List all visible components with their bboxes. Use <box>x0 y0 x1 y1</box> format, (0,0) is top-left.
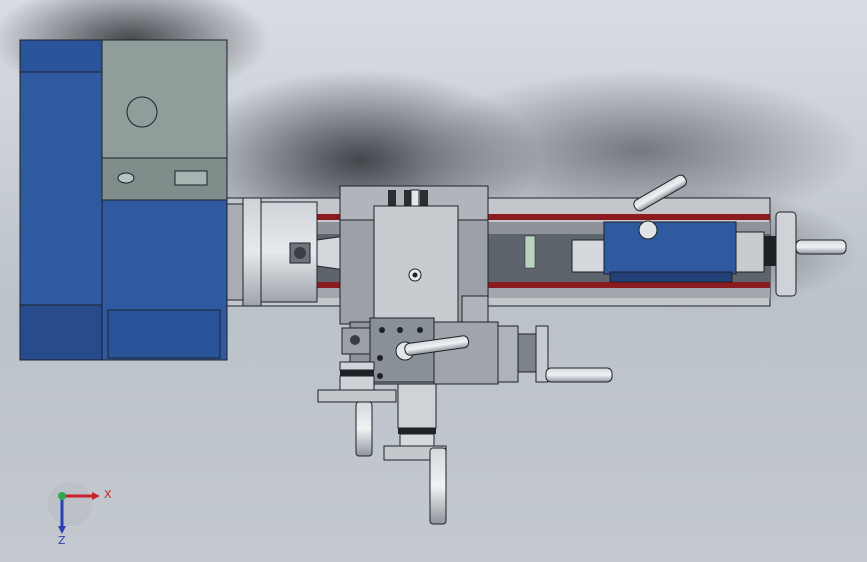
chuck-key-icon <box>294 247 306 259</box>
axis-z-label: Z <box>58 534 66 547</box>
label-plate <box>174 170 208 186</box>
cross-feed-handwheel[interactable] <box>383 383 447 525</box>
cad-viewport[interactable]: X Z <box>0 0 867 562</box>
axis-triad: X Z <box>48 482 112 547</box>
axis-x-label: X <box>104 488 112 501</box>
headstock[interactable] <box>19 39 228 361</box>
feed-handle-right[interactable] <box>497 325 613 383</box>
gauge-dial-icon <box>126 96 158 128</box>
y-axis-dot <box>58 492 66 500</box>
indicator-lamp-icon <box>117 172 135 184</box>
tailstock-lock-icon[interactable] <box>638 220 658 240</box>
carriage[interactable] <box>339 185 489 325</box>
